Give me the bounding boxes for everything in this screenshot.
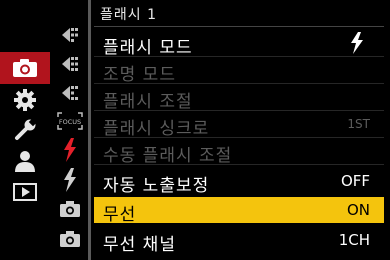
menu-item-wireless[interactable]: 무선 ON: [94, 197, 384, 225]
photo-settings-1-icon: [62, 28, 78, 42]
category-camera[interactable]: [0, 52, 50, 84]
subtab-focus[interactable]: FOCUS: [50, 110, 90, 132]
menu-item-value: OFF: [340, 172, 370, 190]
focus-icon: FOCUS: [57, 112, 83, 130]
menu-item-label: 플래시 싱크로: [103, 119, 210, 139]
category-playback[interactable]: [0, 178, 50, 206]
category-setup[interactable]: [0, 116, 50, 144]
menu-item-label: 플래시 조절: [103, 92, 193, 112]
menu-item-wireless-channel[interactable]: 무선 채널 1CH: [94, 227, 384, 255]
menu-item-auto-exposure-comp[interactable]: 자동 노출보정 OFF: [94, 168, 384, 196]
title-divider: [94, 26, 384, 27]
flash-bolt-icon: [351, 32, 363, 54]
column-divider: [88, 0, 91, 260]
gear-icon: [14, 89, 36, 111]
menu-item-flash-sync[interactable]: 플래시 싱크로 1ST: [94, 111, 384, 139]
menu-item-label: 자동 노출보정: [103, 176, 210, 196]
subtab-photo-3[interactable]: [50, 82, 90, 104]
photo-settings-2-icon: [62, 57, 78, 71]
subtab-flash[interactable]: [50, 138, 90, 162]
menu-item-label: 수동 플래시 조절: [103, 146, 233, 166]
menu-item-label: 무선 채널: [103, 235, 176, 255]
camera-mode-2-icon: [60, 231, 80, 247]
menu-item-value: [350, 32, 364, 58]
person-icon: [15, 151, 35, 172]
wrench-icon: [15, 118, 37, 140]
category-custom[interactable]: [0, 86, 50, 114]
svg-text:FOCUS: FOCUS: [59, 118, 81, 126]
menu-item-flash-mode[interactable]: 플래시 모드: [94, 30, 384, 58]
subtab-flash-2[interactable]: [50, 168, 90, 192]
camera-icon: [13, 59, 37, 77]
menu-item-manual-flash-adjust[interactable]: 수동 플래시 조절: [94, 138, 384, 166]
subtab-photo-1[interactable]: [50, 24, 90, 46]
playback-icon: [13, 183, 37, 201]
menu-item-flash-control[interactable]: 플래시 조절: [94, 84, 384, 112]
photo-settings-3-icon: [62, 86, 78, 100]
category-my-menu[interactable]: [0, 146, 50, 176]
camera-menu-screen: FOCUS 플래시 1 플래시 모드 조명 모드 플래시 조절 플래시 싱크로 …: [0, 0, 390, 260]
row-separator: [94, 164, 384, 165]
menu-item-value: 1CH: [338, 231, 370, 249]
subtab-photo-2[interactable]: [50, 53, 90, 75]
flash-2-icon: [64, 168, 76, 192]
menu-item-lighting-mode[interactable]: 조명 모드: [94, 57, 384, 85]
subtab-mode-1[interactable]: [50, 198, 90, 220]
menu-item-label: 조명 모드: [103, 65, 176, 85]
camera-mode-1-icon: [60, 201, 80, 217]
page-title: 플래시 1: [100, 7, 157, 23]
menu-item-value: 1ST: [347, 117, 370, 131]
subtab-mode-2[interactable]: [50, 228, 90, 250]
menu-item-label: 플래시 모드: [103, 38, 193, 58]
menu-item-label: 무선: [103, 205, 137, 225]
menu-item-value: ON: [346, 201, 370, 219]
flash-icon: [64, 138, 76, 162]
